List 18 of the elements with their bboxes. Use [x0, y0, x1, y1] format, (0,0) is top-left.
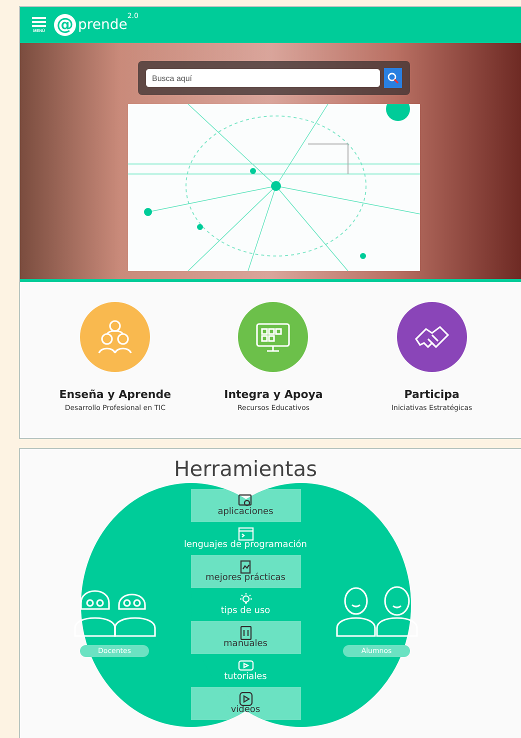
tool-icon: [238, 626, 254, 640]
tool-link[interactable]: aplicaciones: [218, 508, 274, 518]
tool-link[interactable]: manuales: [224, 640, 268, 650]
tool-icon: [238, 526, 254, 541]
section-title: Herramientas: [174, 457, 318, 481]
logo-mark: @: [54, 14, 76, 36]
tool-icon: [238, 692, 254, 706]
logo-text: prende: [78, 17, 128, 33]
tool-icon: [237, 494, 254, 508]
tool-icon: [238, 560, 254, 574]
search-button[interactable]: [384, 68, 402, 88]
search-field[interactable]: Busca aquí: [146, 69, 380, 87]
category-title[interactable]: Participa: [404, 388, 460, 401]
category-title[interactable]: Enseña y Aprende: [59, 388, 172, 401]
tool-link[interactable]: videos: [230, 706, 260, 716]
tool-icon: [238, 658, 254, 673]
category-title[interactable]: Integra y Apoya: [224, 388, 323, 401]
tool-link[interactable]: mejores prácticas: [206, 574, 286, 584]
